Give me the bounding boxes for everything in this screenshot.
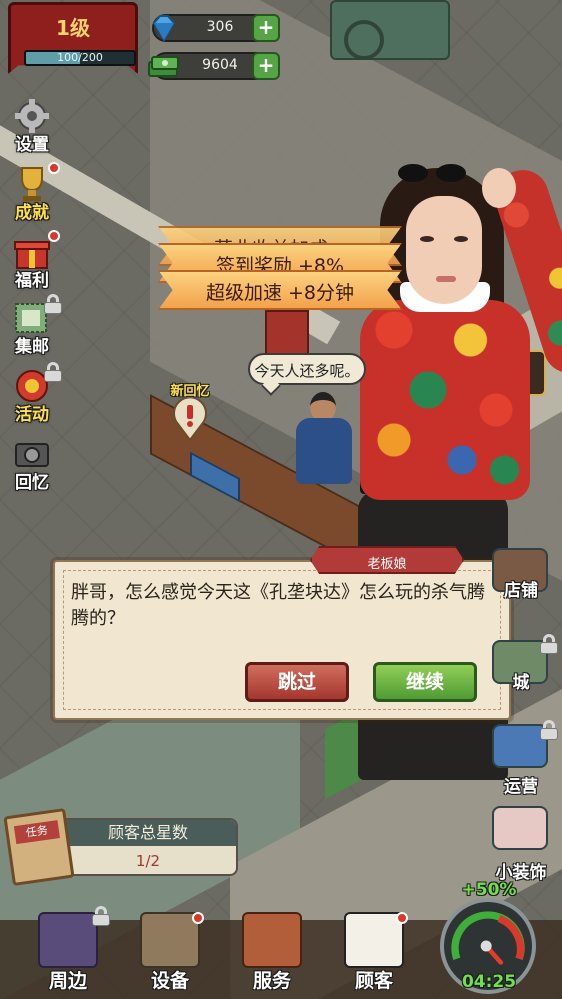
lock-icon [540,720,558,740]
city-label: 城 [512,673,530,693]
speaker-name-tag: 老板娘 [310,546,464,574]
task-widget[interactable]: 顾客总星数 1/2 任务 [3,808,238,886]
lock-icon [540,634,558,654]
lock-icon [44,294,62,314]
service-icon [242,912,302,968]
add-gems-button[interactable]: + [252,14,280,42]
speed-boost-gauge[interactable]: +50% 04:25 [434,880,544,994]
lock-icon [92,906,110,926]
nav-equipment[interactable]: 设备 [124,900,216,996]
merch-icon [38,912,98,968]
customers-notification-dot [396,912,408,924]
nav-merch-label: 周边 [48,970,87,992]
decoration-button[interactable]: 小装饰 [484,806,558,883]
stamp-collection-button[interactable]: 集邮 [4,294,62,358]
achievement-button[interactable]: 成就 [4,162,60,224]
settings-label: 设置 [15,135,49,155]
task-progress: 1/2 [135,852,161,870]
memory-button[interactable]: 回忆 [4,434,60,494]
achievement-notification-dot [48,162,60,174]
banner-super-speed-text: 超级加速 +8分钟 [205,282,355,304]
welfare-notification-dot [48,230,60,242]
task-title: 顾客总星数 [60,820,236,846]
nav-merch[interactable]: 周边 [22,900,114,996]
speaker-name: 老板娘 [367,557,407,572]
add-cash-button[interactable]: + [252,52,280,80]
event-label: 活动 [15,405,49,425]
lock-icon [44,362,62,382]
shop-button[interactable]: 店铺 [484,548,558,608]
continue-button[interactable]: 继续 [373,662,477,702]
memory-label: 回忆 [15,473,49,493]
stamp-collection-label: 集邮 [15,337,49,357]
dialog-text: 胖哥，怎么感觉今天这《孔垄块达》怎么玩的杀气腾腾的？ [71,582,485,629]
speed-boost-timer: 04:25 [461,972,517,992]
nav-equipment-label: 设备 [150,970,189,992]
speed-boost-percent: +50% [461,880,517,900]
banner-super-speed: 超级加速 +8分钟 [158,270,402,310]
cash-amount: 9604 [202,57,238,73]
npc-speech-text: 今天人还多呢。 [254,362,360,380]
cash-stack-icon [148,56,179,77]
dialog-box: 胖哥，怎么感觉今天这《孔垄块达》怎么玩的杀气腾腾的？ 跳过 继续 [53,560,511,720]
cart-wheel [344,20,384,60]
shop-label: 店铺 [504,581,538,601]
new-memory-marker[interactable]: 新回忆 [160,380,220,450]
exclamation-icon [173,398,207,442]
achievement-label: 成就 [15,203,49,223]
cash-counter: 9604 + [148,52,280,80]
xp-bar: 100/200 [24,50,136,66]
equipment-notification-dot [192,912,204,924]
task-tag: 任务 [13,820,60,845]
decoration-icon [492,806,548,850]
welfare-button[interactable]: 福利 [4,230,60,292]
operation-label: 运营 [504,777,538,797]
gem-counter: 306 + [152,14,280,42]
xp-text: 100/200 [57,51,103,64]
nav-customers[interactable]: 顾客 [328,900,420,996]
nav-service-label: 服务 [252,970,291,992]
nav-service[interactable]: 服务 [226,900,318,996]
customers-icon [344,912,404,968]
settings-button[interactable]: 设置 [4,96,60,156]
gem-amount: 306 [206,19,234,35]
welfare-label: 福利 [15,271,49,291]
new-memory-label: 新回忆 [170,384,210,399]
diamond-icon [152,15,176,42]
level-badge[interactable]: 1级 100/200 [8,2,138,78]
sunglasses-icon [396,164,470,184]
skip-button[interactable]: 跳过 [245,662,349,702]
level-label: 1级 [56,16,90,40]
city-button[interactable]: 城 [484,634,558,700]
nav-customers-label: 顾客 [354,970,393,992]
task-clipboard-icon: 任务 [3,808,75,886]
equipment-icon [140,912,200,968]
operation-button[interactable]: 运营 [484,720,558,797]
npc-speech-bubble: 今天人还多呢。 [248,353,366,385]
event-button[interactable]: 活动 [4,362,62,426]
